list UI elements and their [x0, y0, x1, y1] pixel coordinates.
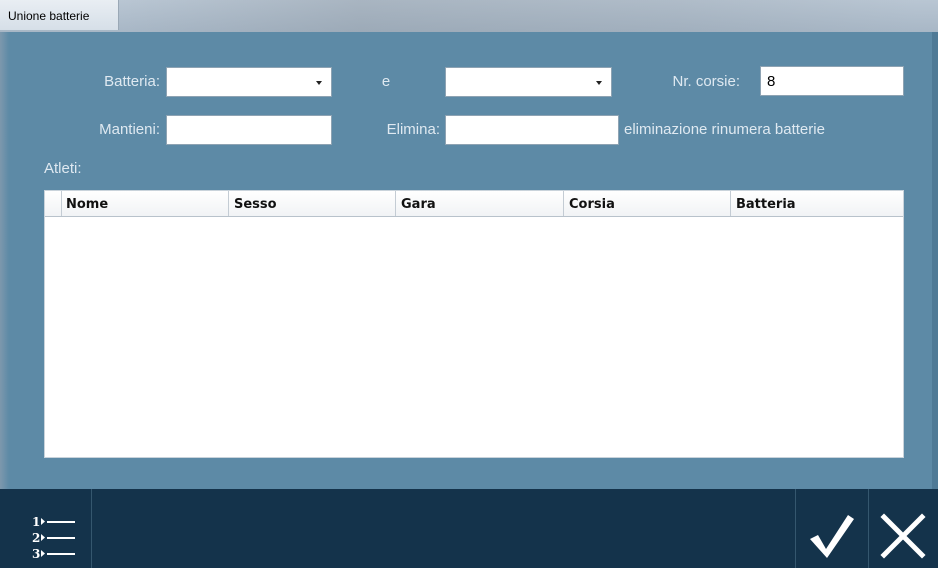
nr-corsie-label: Nr. corsie: — [672, 73, 740, 90]
elimina-input[interactable] — [445, 115, 619, 145]
elimina-note: eliminazione rinumera batterie — [624, 121, 825, 138]
column-header-nome[interactable]: Nome — [61, 191, 229, 216]
footer-toolbar — [0, 489, 938, 568]
title-bar-background — [120, 0, 918, 32]
table-body[interactable] — [45, 217, 903, 457]
svg-text:2: 2 — [32, 531, 40, 545]
column-header-gara[interactable]: Gara — [396, 191, 564, 216]
separator — [91, 489, 92, 568]
nr-corsie-input[interactable]: 8 — [760, 66, 904, 96]
mantieni-label: Mantieni: — [99, 121, 160, 138]
athletes-table[interactable]: Nome Sesso Gara Corsia Batteria — [44, 190, 904, 458]
separator — [795, 489, 796, 568]
mantieni-input[interactable] — [166, 115, 332, 145]
elimina-label: Elimina: — [386, 121, 440, 138]
e-label: e — [381, 73, 391, 90]
table-header: Nome Sesso Gara Corsia Batteria — [45, 191, 903, 217]
chevron-down-icon[interactable] — [596, 81, 602, 85]
title-bar: Unione batterie — [0, 0, 938, 32]
window-right-edge — [932, 32, 938, 568]
column-header-batteria[interactable]: Batteria — [731, 191, 903, 216]
title-tab: Unione batterie — [0, 0, 119, 30]
close-icon[interactable] — [878, 511, 928, 561]
window-left-edge — [0, 32, 9, 568]
atleti-label: Atleti: — [44, 160, 82, 177]
row-header-corner — [45, 191, 62, 216]
column-header-sesso[interactable]: Sesso — [229, 191, 396, 216]
svg-text:1: 1 — [32, 515, 40, 529]
window-title: Unione batterie — [8, 9, 90, 23]
batteria2-select[interactable] — [445, 67, 612, 97]
batteria-label: Batteria: — [104, 73, 160, 90]
checkmark-icon[interactable] — [806, 511, 856, 559]
column-header-corsia[interactable]: Corsia — [564, 191, 731, 216]
separator — [868, 489, 869, 568]
batteria-select[interactable] — [166, 67, 332, 97]
numbered-list-icon[interactable]: 1 2 3 — [30, 513, 82, 563]
svg-text:3: 3 — [32, 547, 40, 561]
chevron-down-icon[interactable] — [316, 81, 322, 85]
